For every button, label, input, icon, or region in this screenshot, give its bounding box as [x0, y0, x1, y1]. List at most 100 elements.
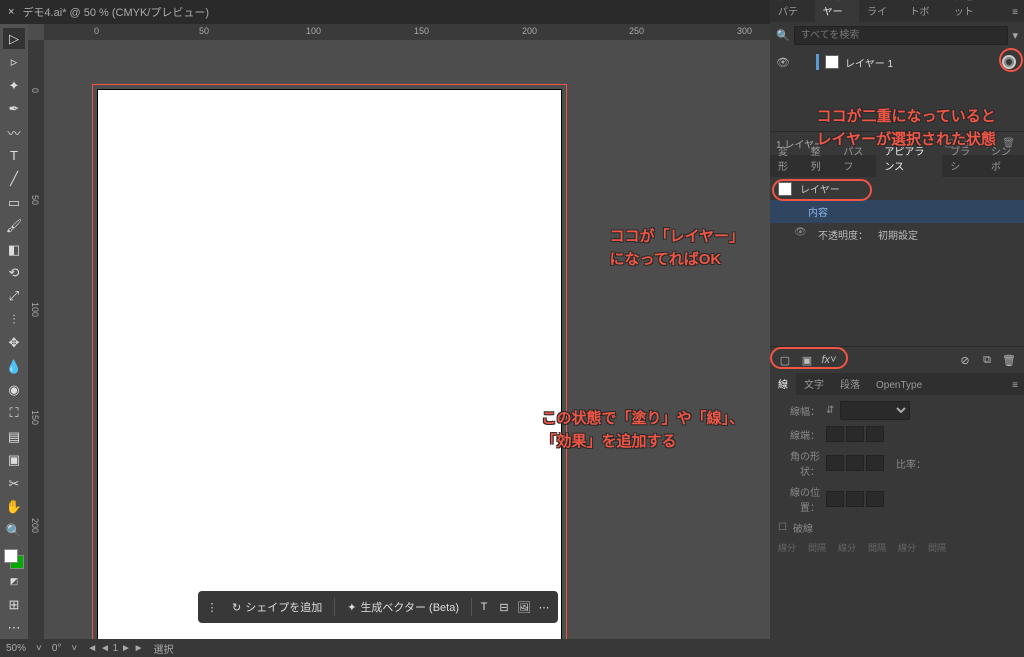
layers-search-input[interactable]	[794, 26, 1009, 45]
cap-butt-button[interactable]	[826, 426, 844, 442]
layer-name-label[interactable]: レイヤー 1	[845, 55, 994, 70]
canvas-area: 0 50 100 150 200 250 300 0 50 100 150 20…	[28, 24, 770, 639]
layers-panel: 🔍 ▾ 👁 レイヤー 1 1 レイヤー ⌖ ◰ ⊞ ＋ 🗑	[770, 22, 1024, 155]
stroke-width-stepper[interactable]: ⇵	[826, 405, 834, 416]
tab-assets[interactable]: アセット	[946, 0, 990, 22]
tab-brushes[interactable]: ブラシ	[942, 139, 983, 177]
current-tool-label: 選択	[154, 641, 174, 656]
screen-mode-toggle[interactable]: ⊞	[3, 594, 25, 615]
align-inside-button[interactable]	[846, 491, 864, 507]
curvature-tool[interactable]: 〰	[3, 122, 25, 143]
tab-symbols[interactable]: シンボ	[983, 139, 1024, 177]
appearance-opacity-row[interactable]: 👁 不透明度： 初期設定	[770, 223, 1024, 246]
color-mode-toggle[interactable]: ◩	[3, 571, 25, 592]
symbol-sprayer-tool[interactable]: ⛶	[3, 403, 25, 424]
close-tab-icon[interactable]: ×	[8, 6, 14, 18]
panel-menu-icon[interactable]: ≡	[1006, 376, 1024, 395]
eyedropper-tool[interactable]: 💧	[3, 356, 25, 377]
search-icon: 🔍	[776, 29, 790, 42]
target-icon[interactable]	[1002, 55, 1016, 69]
appearance-target-row: レイヤー	[770, 177, 1024, 200]
clear-appearance-icon[interactable]: ⊘	[958, 353, 972, 367]
appearance-target-label: レイヤー	[800, 181, 840, 196]
pen-tool[interactable]: ✒	[3, 98, 25, 119]
line-tool[interactable]: ╱	[3, 169, 25, 190]
right-panel-dock: プロパテ レイヤー CC ライ アートボ アセット ≡ 🔍 ▾ 👁 レイヤー 1…	[770, 0, 1024, 657]
ruler-vertical: 0 50 100 150 200	[28, 40, 44, 639]
tab-transform[interactable]: 変形	[770, 139, 803, 177]
free-transform-tool[interactable]: ✥	[3, 332, 25, 353]
drag-handle-icon[interactable]: ⋮	[204, 599, 220, 615]
filter-icon[interactable]: ▾	[1012, 29, 1018, 42]
status-bar: 50%˅ 0°˅ ◄ ◄ 1 ► ► 選択	[0, 639, 770, 657]
tab-artboards[interactable]: アートボ	[902, 0, 946, 22]
corner-round-button[interactable]	[846, 455, 864, 471]
add-effect-icon[interactable]: fx˅	[822, 353, 836, 367]
stroke-width-input[interactable]	[840, 401, 910, 420]
add-fill-icon[interactable]: ▣	[800, 353, 814, 367]
artboard-nav[interactable]: ◄ ◄ 1 ► ►	[87, 643, 143, 654]
duplicate-item-icon[interactable]: ⧉	[980, 353, 994, 367]
tab-opentype[interactable]: OpenType	[868, 376, 930, 395]
cap-projecting-button[interactable]	[866, 426, 884, 442]
panel-menu-icon[interactable]: ≡	[1006, 3, 1024, 22]
tab-pathfinder[interactable]: パスフ	[835, 139, 876, 177]
align-center-button[interactable]	[826, 491, 844, 507]
rotate-view[interactable]: 0°	[52, 643, 62, 654]
stroke-align-label: 線の位置：	[778, 484, 820, 514]
graph-tool[interactable]: ▤	[3, 426, 25, 447]
type-tool[interactable]: T	[3, 145, 25, 166]
direct-selection-tool[interactable]: ▹	[3, 51, 25, 72]
paintbrush-tool[interactable]: 🖌	[3, 215, 25, 236]
place-icon[interactable]: ⊟	[496, 599, 512, 615]
scale-tool[interactable]: ⤢	[3, 286, 25, 307]
selection-tool[interactable]: ▷	[3, 28, 25, 49]
image-icon[interactable]: 🖼	[516, 599, 532, 615]
layer-color-bar	[816, 54, 819, 70]
zoom-level[interactable]: 50%	[6, 643, 26, 654]
tab-cc-libraries[interactable]: CC ライ	[859, 0, 902, 22]
tab-properties[interactable]: プロパテ	[770, 0, 815, 22]
tab-appearance[interactable]: アピアランス	[876, 139, 942, 177]
appearance-content-row[interactable]: 内容	[770, 200, 1024, 223]
tab-character[interactable]: 文字	[796, 372, 832, 395]
magic-wand-tool[interactable]: ✦	[3, 75, 25, 96]
dashed-label: 破線	[793, 520, 813, 535]
tab-stroke[interactable]: 線	[770, 372, 796, 395]
dashed-checkbox[interactable]: ☐	[778, 522, 787, 533]
tab-layers[interactable]: レイヤー	[815, 0, 859, 22]
generate-vector-button[interactable]: ✦ 生成ベクター (Beta)	[339, 595, 467, 619]
width-tool[interactable]: ⫶	[3, 309, 25, 330]
appearance-footer: ▢ ▣ fx˅ ⊘ ⧉ 🗑	[770, 346, 1024, 373]
corner-bevel-button[interactable]	[866, 455, 884, 471]
hand-tool[interactable]: ✋	[3, 496, 25, 517]
eraser-tool[interactable]: ◧	[3, 239, 25, 260]
delete-item-icon[interactable]: 🗑	[1002, 353, 1016, 367]
corner-miter-button[interactable]	[826, 455, 844, 471]
selection-outline	[92, 84, 567, 639]
add-stroke-icon[interactable]: ▢	[778, 353, 792, 367]
zoom-tool[interactable]: 🔍	[3, 520, 25, 541]
layer-row[interactable]: 👁 レイヤー 1	[770, 49, 1024, 75]
visibility-eye-icon[interactable]: 👁	[776, 56, 790, 69]
artboard	[97, 89, 562, 639]
stroke-corner-label: 角の形状：	[778, 448, 820, 478]
tab-paragraph[interactable]: 段落	[832, 372, 868, 395]
artboard-tool[interactable]: ▣	[3, 450, 25, 471]
cap-round-button[interactable]	[846, 426, 864, 442]
add-shape-button[interactable]: ↻ シェイプを追加	[224, 595, 330, 619]
rotate-tool[interactable]: ⟲	[3, 262, 25, 283]
stroke-cap-label: 線端：	[778, 427, 820, 442]
align-outside-button[interactable]	[866, 491, 884, 507]
blend-tool[interactable]: ◉	[3, 379, 25, 400]
ruler-horizontal: 0 50 100 150 200 250 300	[44, 24, 770, 40]
artboard-viewport[interactable]	[44, 40, 770, 639]
fill-stroke-swatch[interactable]	[4, 549, 24, 568]
edit-toolbar[interactable]: ⋯	[3, 618, 25, 639]
tab-align[interactable]: 整列	[803, 139, 836, 177]
type-icon[interactable]: T	[476, 599, 492, 615]
slice-tool[interactable]: ✂	[3, 473, 25, 494]
rectangle-tool[interactable]: ▭	[3, 192, 25, 213]
stroke-panel-tabs: 線 文字 段落 OpenType ≡	[770, 373, 1024, 395]
more-icon[interactable]: ⋯	[536, 599, 552, 615]
